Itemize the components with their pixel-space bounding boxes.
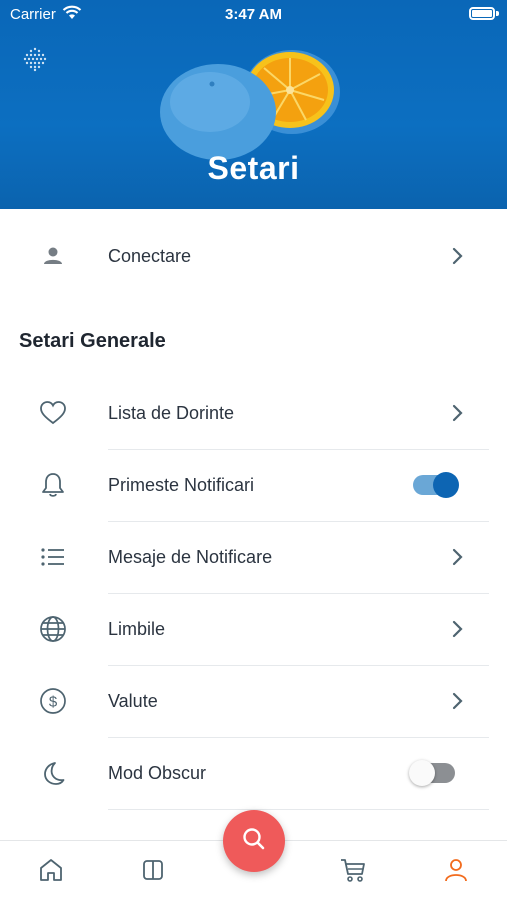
languages-row[interactable]: Limbile: [0, 593, 507, 665]
notification-messages-label: Mesaje de Notificare: [108, 546, 273, 567]
user-icon[interactable]: [439, 853, 473, 887]
status-time: 3:47 AM: [225, 6, 282, 23]
search-icon: [241, 826, 267, 857]
dots-logo-icon[interactable]: [22, 46, 48, 77]
dark-mode-label: Mod Obscur: [108, 762, 207, 783]
svg-text:$: $: [49, 694, 58, 711]
dollar-icon: $: [38, 686, 68, 716]
wishlist-row[interactable]: Lista de Dorinte: [0, 377, 507, 449]
status-bar: Carrier 3:47 AM: [0, 0, 507, 28]
layout-icon[interactable]: [136, 853, 170, 887]
notifications-row: Primeste Notificari: [0, 449, 507, 521]
section-title-general: Setari Generale: [19, 330, 166, 352]
languages-label: Limbile: [108, 618, 166, 639]
cart-icon[interactable]: [336, 853, 370, 887]
notifications-toggle[interactable]: [413, 472, 459, 498]
notification-messages-row[interactable]: Mesaje de Notificare: [0, 521, 507, 593]
heart-icon: [38, 398, 68, 428]
person-icon: [38, 241, 68, 271]
home-icon[interactable]: [34, 853, 68, 887]
list-icon: [38, 542, 68, 572]
toggle-knob: [433, 472, 459, 498]
page-title: Setari: [207, 150, 300, 186]
toggle-knob: [409, 760, 435, 786]
orange-illustration: [160, 40, 350, 165]
login-row[interactable]: Conectare: [0, 220, 507, 292]
search-button[interactable]: [223, 810, 285, 872]
notifications-label: Primeste Notificari: [108, 474, 255, 495]
chevron-right-icon: [451, 547, 465, 567]
battery-tip: [496, 11, 499, 16]
dark-mode-toggle[interactable]: [409, 760, 455, 786]
currencies-label: Valute: [108, 690, 158, 711]
divider: [108, 809, 489, 810]
chevron-right-icon: [451, 619, 465, 639]
chevron-right-icon: [451, 246, 465, 266]
moon-icon: [38, 758, 68, 788]
dark-mode-row: Mod Obscur: [0, 737, 507, 809]
globe-icon: [38, 614, 68, 644]
login-label: Conectare: [108, 245, 192, 266]
bell-icon: [38, 470, 68, 500]
battery-icon: [469, 7, 495, 20]
chevron-right-icon: [451, 403, 465, 423]
header-banner: Carrier 3:47 AM Setari: [0, 0, 507, 209]
currencies-row[interactable]: $ Valute: [0, 665, 507, 737]
wishlist-label: Lista de Dorinte: [108, 402, 235, 423]
chevron-right-icon: [451, 691, 465, 711]
